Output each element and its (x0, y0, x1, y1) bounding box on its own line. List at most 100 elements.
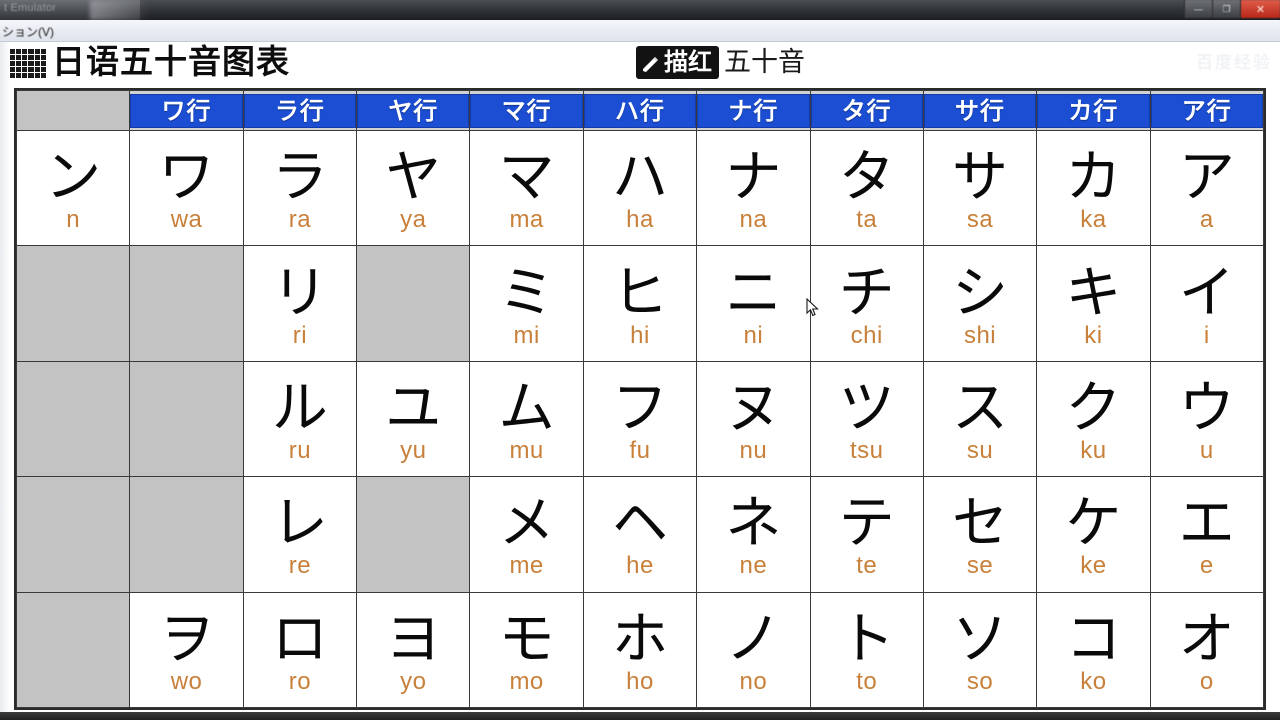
column-header-a[interactable]: ア行 (1149, 90, 1265, 131)
kana-cell[interactable]: ヌ nu (696, 360, 811, 478)
kana-cell[interactable]: ミ mi (469, 245, 584, 362)
kana-cell (129, 245, 244, 362)
kana-character: ノ (725, 606, 782, 672)
kana-cell[interactable]: アa (1149, 129, 1265, 247)
kana-cell[interactable]: テ te (809, 476, 924, 593)
kana-cell[interactable]: エe (1149, 476, 1265, 593)
kana-cell[interactable]: ヒ hi (582, 245, 698, 362)
kana-cell[interactable]: ト to (809, 591, 924, 709)
kana-cell[interactable]: ツ tsu (809, 360, 924, 478)
kana-cell[interactable]: ニ ni (696, 245, 811, 362)
kana-cell[interactable]: ク ku (1036, 360, 1151, 478)
kana-table-head: ワ行 ラ行 ヤ行 マ行 ハ行 ナ行 タ行 サ行 カ行 ア行 (15, 90, 1265, 131)
menu-bar: ション(V) (0, 20, 1280, 42)
kana-cell[interactable]: ヲ wo (129, 591, 244, 709)
kana-cell[interactable]: タ ta (809, 129, 924, 247)
column-header-ma[interactable]: マ行 (469, 90, 584, 131)
kana-character: ヌ (725, 375, 782, 441)
kana-cell[interactable]: セ se (922, 476, 1038, 593)
kana-cell[interactable]: ネ ne (696, 476, 811, 593)
kana-cell[interactable]: カ ka (1036, 129, 1151, 247)
kana-cell[interactable]: ス su (922, 360, 1038, 478)
window-titlebar: t Emulator — ❐ ✕ (0, 0, 1280, 20)
kana-cell[interactable]: ナ na (696, 129, 811, 247)
kana-character: イ (1178, 260, 1235, 326)
romaji-label: fu (629, 436, 651, 464)
column-header-ra[interactable]: ラ行 (242, 90, 358, 131)
kana-cell[interactable]: ム mu (469, 360, 584, 478)
kana-cell[interactable]: コ ko (1036, 591, 1151, 709)
column-header-na-label: ナ行 (697, 93, 810, 128)
kana-character: ヘ (611, 491, 668, 557)
kana-cell[interactable]: キ ki (1036, 245, 1151, 362)
kana-cell[interactable]: フ fu (582, 360, 698, 478)
romaji-label: mo (509, 667, 544, 695)
kana-cell[interactable]: マ ma (469, 129, 584, 247)
kana-cell[interactable]: チ chi (809, 245, 924, 362)
mode-block: 描红 五十音 (636, 46, 805, 79)
column-header-sa[interactable]: サ行 (922, 90, 1038, 131)
kana-character: リ (271, 260, 328, 326)
romaji-label: ra (288, 206, 312, 234)
column-header-na[interactable]: ナ行 (696, 90, 811, 131)
minimize-button[interactable]: — (1184, 0, 1212, 18)
kana-cell[interactable]: ホ ho (582, 591, 698, 709)
kana-character: ネ (725, 491, 782, 557)
kana-cell[interactable]: シ shi (922, 245, 1038, 362)
romaji-label: ta (856, 206, 878, 234)
kana-cell[interactable]: ル ru (242, 360, 358, 478)
kana-cell[interactable]: ヤ ya (356, 129, 471, 247)
table-row: ル ru ユ yu ム mu フ fu ヌ nu ツ tsu ス su ク ku ウ u (15, 360, 1265, 478)
column-header-ta-label: タ行 (810, 93, 923, 128)
kana-cell[interactable]: ワ wa (129, 129, 244, 247)
close-button[interactable]: ✕ (1240, 0, 1280, 18)
column-header-a-label: ア行 (1150, 93, 1263, 128)
tracing-mode-button[interactable]: 描红 (636, 46, 719, 79)
kana-cell (129, 360, 244, 478)
kana-cell-leading (15, 591, 131, 709)
column-header-ta[interactable]: タ行 (809, 90, 924, 131)
kana-cell-leading (15, 360, 131, 478)
maximize-button[interactable]: ❐ (1212, 0, 1240, 18)
column-header-ya[interactable]: ヤ行 (356, 90, 471, 131)
kana-cell-leading[interactable]: ンn (15, 129, 131, 247)
romaji-label: chi (850, 321, 883, 349)
romaji-label: ku (1080, 436, 1107, 464)
romaji-label: ru (288, 436, 312, 464)
kana-character: エ (1178, 491, 1235, 557)
mode-suffix-label: 五十音 (724, 46, 805, 78)
kana-cell-leading (15, 245, 131, 362)
menu-item-view[interactable]: ション(V) (2, 23, 54, 40)
kana-character: ナ (725, 145, 782, 211)
kana-cell[interactable]: メ me (469, 476, 584, 593)
kana-character: サ (952, 145, 1009, 211)
kana-cell[interactable]: ケ ke (1036, 476, 1151, 593)
kana-cell[interactable]: イi (1149, 245, 1265, 362)
kana-cell[interactable]: ノ no (696, 591, 811, 709)
romaji-label: te (856, 552, 878, 580)
kana-table-corner (15, 90, 131, 131)
kana-cell[interactable]: ロ ro (242, 591, 358, 709)
title-block: 日语五十音图表 (10, 43, 290, 81)
kana-cell[interactable]: ウu (1149, 360, 1265, 478)
kana-cell[interactable]: レ re (242, 476, 358, 593)
kana-cell[interactable]: ソ so (922, 591, 1038, 709)
kana-character: ケ (1065, 491, 1122, 557)
column-header-ma-label: マ行 (470, 93, 583, 128)
kana-cell[interactable]: ハ ha (582, 129, 698, 247)
kana-cell[interactable]: ヘ he (582, 476, 698, 593)
kana-cell[interactable]: リ ri (242, 245, 358, 362)
kana-cell[interactable]: サ sa (922, 129, 1038, 247)
romaji-label: ki (1084, 321, 1103, 349)
kana-cell[interactable]: ラ ra (242, 129, 358, 247)
column-header-ka[interactable]: カ行 (1036, 90, 1151, 131)
kana-character: チ (838, 260, 895, 326)
kana-character: ヤ (385, 145, 442, 211)
kana-character: ヲ (158, 606, 215, 672)
kana-cell[interactable]: ユ yu (356, 360, 471, 478)
kana-cell[interactable]: ヨ yo (356, 591, 471, 709)
column-header-ha[interactable]: ハ行 (582, 90, 698, 131)
column-header-wa[interactable]: ワ行 (129, 90, 244, 131)
kana-cell[interactable]: オo (1149, 591, 1265, 709)
kana-cell[interactable]: モ mo (469, 591, 584, 709)
